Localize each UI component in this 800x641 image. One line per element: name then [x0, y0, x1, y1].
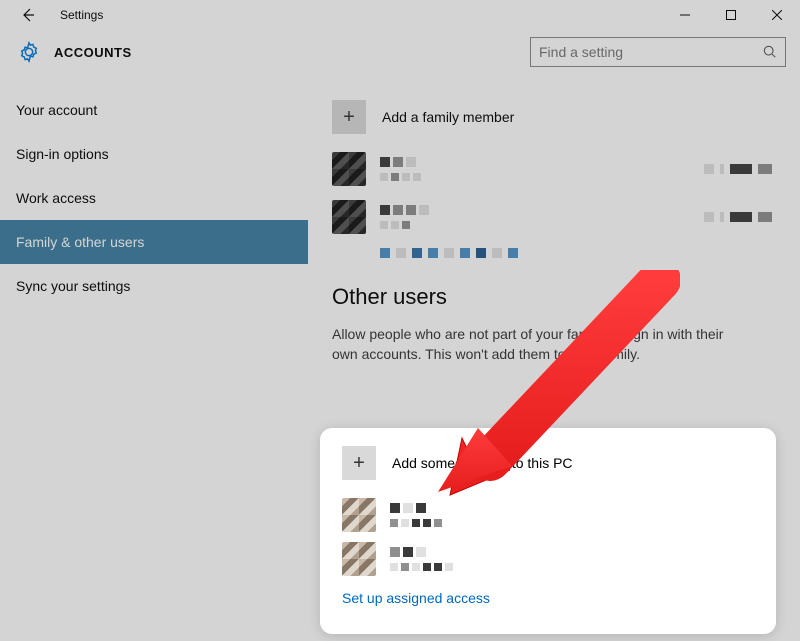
- other-user-row[interactable]: [342, 542, 754, 576]
- gear-icon: [18, 41, 40, 63]
- add-family-label: Add a family member: [382, 109, 514, 125]
- maximize-button[interactable]: [708, 0, 754, 30]
- titlebar: Settings: [0, 0, 800, 30]
- sidebar-item-label: Sync your settings: [16, 278, 130, 294]
- sidebar-item-sign-in-options[interactable]: Sign-in options: [0, 132, 308, 176]
- avatar: [332, 152, 366, 186]
- redacted-role: [704, 212, 772, 222]
- avatar: [332, 200, 366, 234]
- other-users-heading: Other users: [332, 284, 772, 310]
- add-other-user-row[interactable]: + Add someone else to this PC: [342, 446, 754, 480]
- sidebar-item-label: Family & other users: [16, 234, 144, 250]
- other-users-description: Allow people who are not part of your fa…: [332, 324, 742, 365]
- add-family-member-row[interactable]: + Add a family member: [332, 100, 772, 134]
- avatar: [342, 498, 376, 532]
- header: ACCOUNTS: [0, 30, 800, 74]
- sidebar-item-label: Your account: [16, 102, 97, 118]
- sidebar-item-label: Sign-in options: [16, 146, 109, 162]
- redacted-name: [380, 205, 704, 229]
- avatar: [342, 542, 376, 576]
- highlight-card: + Add someone else to this PC Set up ass…: [320, 428, 776, 634]
- add-other-label: Add someone else to this PC: [392, 455, 573, 471]
- category-title: ACCOUNTS: [54, 45, 132, 60]
- sidebar-item-work-access[interactable]: Work access: [0, 176, 308, 220]
- maximize-icon: [726, 10, 736, 20]
- plus-icon: +: [342, 446, 376, 480]
- search-input[interactable]: [539, 44, 763, 60]
- redacted-name: [380, 157, 704, 181]
- family-member-row[interactable]: [332, 152, 772, 186]
- sidebar-item-family-other-users[interactable]: Family & other users: [0, 220, 308, 264]
- assigned-access-link[interactable]: Set up assigned access: [342, 590, 754, 606]
- redacted-name: [390, 547, 754, 571]
- plus-icon: +: [332, 100, 366, 134]
- close-button[interactable]: [754, 0, 800, 30]
- search-box[interactable]: [530, 37, 786, 67]
- window-controls: [662, 0, 800, 30]
- sidebar: Your account Sign-in options Work access…: [0, 74, 308, 641]
- back-button[interactable]: [18, 5, 38, 25]
- search-icon: [763, 45, 777, 59]
- sidebar-item-label: Work access: [16, 190, 96, 206]
- window-title: Settings: [60, 8, 103, 22]
- family-member-row[interactable]: [332, 200, 772, 234]
- other-user-row[interactable]: [342, 498, 754, 532]
- sidebar-item-sync-settings[interactable]: Sync your settings: [0, 264, 308, 308]
- redacted-role: [704, 164, 772, 174]
- back-arrow-icon: [20, 7, 36, 23]
- redacted-link[interactable]: [380, 248, 772, 258]
- minimize-icon: [680, 10, 690, 20]
- close-icon: [772, 10, 782, 20]
- minimize-button[interactable]: [662, 0, 708, 30]
- sidebar-item-your-account[interactable]: Your account: [0, 88, 308, 132]
- redacted-name: [390, 503, 754, 527]
